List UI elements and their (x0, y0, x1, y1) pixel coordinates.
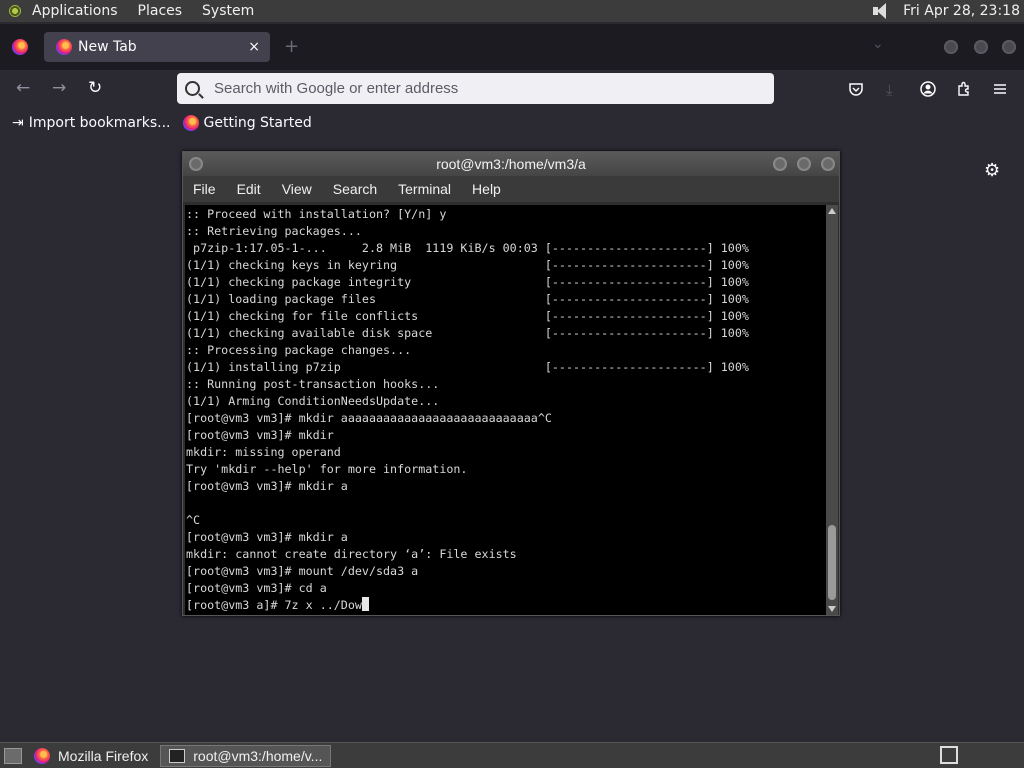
terminal-line: mkdir: cannot create directory ‘a’: File… (186, 547, 517, 561)
clock[interactable]: Fri Apr 28, 23:18 (903, 3, 1020, 19)
terminal-line: ^C (186, 513, 201, 527)
bookmark-getting-started[interactable]: Getting Started (182, 115, 312, 131)
terminal-line: :: Proceed with installation? [Y/n] y (186, 207, 447, 221)
firefox-icon (56, 39, 72, 55)
bookmark-import-label: Import bookmarks... (28, 115, 171, 131)
browser-tab-bar: New Tab × + ⌄ (0, 24, 1024, 70)
navigation-toolbar: ← → ↻ ⤓ (0, 70, 1024, 108)
task-firefox-label: Mozilla Firefox (58, 747, 149, 764)
terminal-prompt-line: [root@vm3 a]# 7z x ../Dow (186, 598, 362, 612)
firefox-view-icon[interactable] (12, 39, 28, 55)
bookmark-import[interactable]: ⇥ Import bookmarks... (12, 115, 171, 131)
show-desktop-icon[interactable] (4, 747, 22, 764)
terminal-line: (1/1) checking keys in keyring [--------… (186, 258, 749, 272)
forward-arrow-icon[interactable]: → (52, 78, 66, 98)
bookmark-getting-started-label: Getting Started (203, 115, 312, 131)
firefox-icon (182, 115, 199, 131)
terminal-line: [root@vm3 vm3]# mkdir a (186, 530, 348, 544)
terminal-line: [root@vm3 vm3]# cd a (186, 581, 327, 595)
terminal-title: root@vm3:/home/vm3/a (436, 156, 586, 172)
terminal-menu-edit[interactable]: Edit (237, 181, 261, 197)
pocket-icon[interactable] (848, 81, 864, 101)
volume-icon[interactable] (871, 1, 893, 21)
terminal-menu-terminal[interactable]: Terminal (398, 181, 451, 197)
terminal-output: :: Proceed with installation? [Y/n] y ::… (185, 205, 827, 614)
terminal-line: (1/1) checking package integrity [------… (186, 275, 749, 289)
account-icon[interactable] (920, 81, 936, 101)
terminal-line: [root@vm3 vm3]# mkdir aaaaaaaaaaaaaaaaaa… (186, 411, 552, 425)
scroll-up-arrow-icon[interactable] (828, 208, 836, 214)
terminal-close-button[interactable] (821, 157, 835, 171)
firefox-icon (34, 747, 50, 764)
downloads-icon[interactable]: ⤓ (886, 81, 893, 99)
terminal-menu-help[interactable]: Help (472, 181, 501, 197)
terminal-line: (1/1) installing p7zip [----------------… (186, 360, 749, 374)
address-bar[interactable] (177, 73, 774, 104)
terminal-window[interactable]: root@vm3:/home/vm3/a File Edit View Sear… (182, 151, 840, 616)
import-icon: ⇥ (12, 115, 24, 131)
terminal-line: :: Running post-transaction hooks... (186, 377, 440, 391)
scroll-down-arrow-icon[interactable] (828, 606, 836, 612)
reload-icon[interactable]: ↻ (88, 78, 102, 98)
terminal-line: (1/1) Arming ConditionNeedsUpdate... (186, 394, 440, 408)
task-terminal-label: root@vm3:/home/v... (193, 747, 323, 764)
menu-system[interactable]: System (202, 3, 254, 19)
workspace-switcher[interactable] (940, 746, 958, 764)
terminal-line: :: Processing package changes... (186, 343, 412, 357)
terminal-line: mkdir: missing operand (186, 445, 341, 459)
extensions-icon[interactable] (956, 81, 972, 101)
url-input[interactable] (212, 79, 756, 98)
terminal-maximize-button[interactable] (797, 157, 811, 171)
terminal-line: (1/1) checking for file conflicts [-----… (186, 309, 749, 323)
menu-applications[interactable]: Applications (32, 3, 118, 19)
hamburger-menu-icon[interactable] (992, 81, 1008, 101)
terminal-line: p7zip-1:17.05-1-... 2.8 MiB 1119 KiB/s 0… (193, 241, 749, 255)
terminal-menubar: File Edit View Search Terminal Help (183, 176, 839, 202)
terminal-line: [root@vm3 vm3]# mkdir (186, 428, 334, 442)
terminal-menu-search[interactable]: Search (333, 181, 377, 197)
back-arrow-icon[interactable]: ← (16, 78, 30, 98)
terminal-line: (1/1) loading package files [-----------… (186, 292, 749, 306)
terminal-icon (169, 748, 186, 763)
terminal-line: [root@vm3 vm3]# mount /dev/sda3 a (186, 564, 419, 578)
scrollbar-thumb[interactable] (828, 525, 836, 600)
window-menu-button[interactable] (189, 157, 203, 171)
menu-places[interactable]: Places (138, 3, 183, 19)
terminal-cursor (361, 597, 369, 611)
terminal-line: [root@vm3 vm3]# mkdir a (186, 479, 348, 493)
bookmarks-toolbar: ⇥ Import bookmarks... Getting Started (0, 108, 1024, 138)
terminal-line: Try 'mkdir --help' for more information. (186, 462, 468, 476)
terminal-titlebar[interactable]: root@vm3:/home/vm3/a (183, 152, 839, 176)
terminal-screen[interactable]: :: Proceed with installation? [Y/n] y ::… (185, 205, 827, 615)
bottom-panel: Mozilla Firefox root@vm3:/home/v... (0, 742, 1024, 768)
terminal-minimize-button[interactable] (773, 157, 787, 171)
terminal-menu-file[interactable]: File (193, 181, 216, 197)
new-tab-button[interactable]: + (284, 36, 299, 57)
search-icon (185, 81, 200, 96)
terminal-line: (1/1) checking available disk space [---… (186, 326, 749, 340)
maximize-window-button[interactable] (974, 40, 988, 54)
terminal-scrollbar[interactable] (826, 205, 838, 615)
list-all-tabs-icon[interactable]: ⌄ (872, 36, 884, 52)
top-panel: Applications Places System Fri Apr 28, 2… (0, 0, 1024, 23)
tab-new-tab[interactable]: New Tab × (44, 32, 270, 62)
tab-title: New Tab (78, 39, 137, 55)
minimize-window-button[interactable] (944, 40, 958, 54)
terminal-line: :: Retrieving packages... (186, 224, 362, 238)
task-terminal[interactable]: root@vm3:/home/v... (160, 744, 332, 767)
gear-icon[interactable]: ⚙ (984, 160, 1000, 181)
terminal-menu-view[interactable]: View (282, 181, 312, 197)
task-firefox[interactable]: Mozilla Firefox (26, 745, 156, 767)
close-window-button[interactable] (1002, 40, 1016, 54)
mate-logo-icon[interactable] (6, 2, 24, 20)
close-tab-icon[interactable]: × (248, 39, 260, 55)
